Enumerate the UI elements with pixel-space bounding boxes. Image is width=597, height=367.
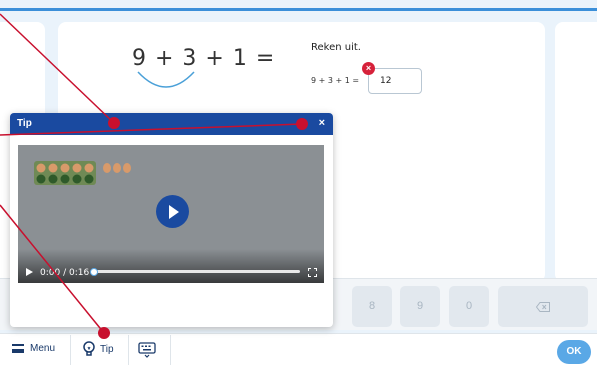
keyboard-icon (138, 342, 156, 358)
grouping-arc (137, 71, 195, 88)
tip-label: Tip (100, 343, 114, 355)
key-8[interactable]: 8 (352, 286, 392, 327)
next-exercise-card[interactable] (555, 22, 597, 282)
dialog-title: Tip (17, 118, 32, 129)
menu-button[interactable]: Menu (12, 343, 55, 354)
ok-button[interactable]: OK (557, 340, 591, 364)
error-badge: × (362, 62, 375, 75)
small-play-icon[interactable] (26, 268, 33, 276)
backspace-button[interactable] (498, 286, 588, 327)
instruction-text: Reken uit. (311, 42, 361, 53)
toolbar-divider (70, 335, 71, 365)
key-0[interactable]: 0 (449, 286, 489, 327)
tip-dialog: Tip × 0:00 / 0:16 (10, 113, 333, 327)
video-time: 0:00 / 0:16 (40, 268, 90, 278)
keyboard-button[interactable] (138, 342, 156, 363)
key-9[interactable]: 9 (400, 286, 440, 327)
menu-icon (12, 344, 24, 353)
toolbar-divider (128, 335, 129, 365)
fullscreen-icon[interactable] (308, 268, 317, 277)
video-player[interactable]: 0:00 / 0:16 (18, 145, 324, 283)
toolbar-divider (170, 335, 171, 365)
dialog-header: Tip × (10, 113, 333, 135)
menu-label: Menu (30, 343, 56, 354)
video-progress-track[interactable] (94, 270, 300, 273)
top-accent-bar (0, 0, 597, 11)
close-icon[interactable]: × (319, 117, 325, 129)
video-progress-knob[interactable] (90, 268, 98, 276)
bead-frame-illustration (34, 161, 131, 185)
small-expression: 9 + 3 + 1 = (311, 76, 360, 85)
tip-button[interactable]: Tip (82, 341, 114, 357)
lightbulb-icon (83, 341, 95, 356)
answer-input[interactable]: 12 (368, 68, 422, 94)
backspace-icon (535, 301, 550, 312)
play-icon[interactable] (156, 195, 189, 228)
